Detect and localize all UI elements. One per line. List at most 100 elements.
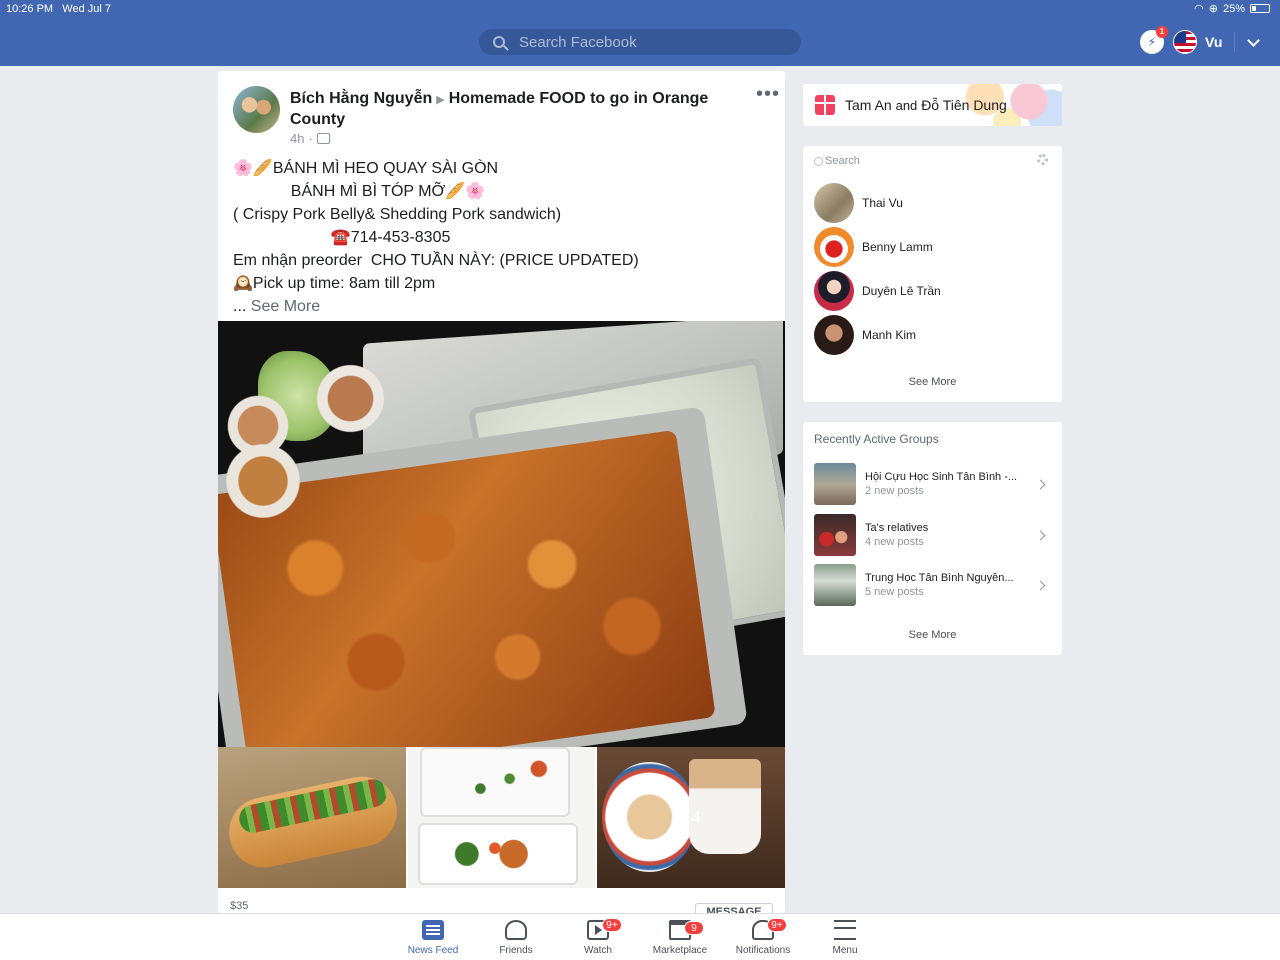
tab-news-feed[interactable]: News Feed <box>393 920 473 956</box>
gear-icon[interactable] <box>1037 154 1048 165</box>
author-avatar[interactable] <box>233 86 280 133</box>
contact-item[interactable]: Duyên Lê Trần <box>814 271 941 311</box>
post-line: Em nhận preorder CHO TUẦN NÀY: (PRICE UP… <box>233 252 639 269</box>
group-name: Hội Cựu Học Sinh Tân Bình -... <box>865 471 1018 483</box>
search-input[interactable]: Search Facebook <box>479 29 801 55</box>
tab-menu[interactable]: Menu <box>805 920 885 956</box>
notifications-badge: 9+ <box>767 918 787 932</box>
see-more-line: ... See More <box>233 295 773 318</box>
photo-thumbnails: +4 <box>218 747 785 888</box>
orientation-lock-icon: ⊕ <box>1208 3 1218 15</box>
post-body: 🌸🥖BÁNH MÌ HEO QUAY SÀI GÒN BÁNH MÌ BÌ TÓ… <box>233 157 773 318</box>
birthday-text: Tam An and Đỗ Tiên Dung <box>845 97 1007 113</box>
group-item[interactable]: Trung Học Tân Bình Nguyễn... 5 new posts <box>814 564 1050 606</box>
contact-name: Duyên Lê Trần <box>862 284 941 298</box>
tab-marketplace[interactable]: 9 Marketplace <box>640 920 720 956</box>
feed-post: Bích Hằng Nguyễn ▶ Homemade FOOD to go in … <box>218 71 785 913</box>
gift-icon <box>815 95 835 115</box>
arrow-right-icon: ▶ <box>436 94 445 106</box>
extra-photos-count: +4 <box>681 807 701 827</box>
status-indicators: ◠ ⊕ 25% <box>1194 2 1270 15</box>
messenger-badge: 1 <box>1156 26 1168 38</box>
birthday-name[interactable]: Đỗ Tiên Dung <box>921 97 1007 113</box>
group-new-posts: 2 new posts <box>865 485 924 497</box>
battery-icon <box>1250 4 1270 13</box>
contacts-search-placeholder: Search <box>825 155 860 167</box>
header-actions: ⚡ 1 Vu <box>1140 26 1261 54</box>
bottom-tab-bar: News Feed Friends 9+ Watch 9 Marketplace… <box>0 913 1280 960</box>
avatar <box>814 183 854 223</box>
profile-name[interactable]: Vu <box>1205 34 1222 50</box>
tab-friends[interactable]: Friends <box>476 920 556 956</box>
author-name[interactable]: Bích Hằng Nguyễn <box>290 90 432 107</box>
contact-item[interactable]: Manh Kim <box>814 315 916 355</box>
contact-name: Manh Kim <box>862 328 917 342</box>
post-line: 🌸🥖BÁNH MÌ HEO QUAY SÀI GÒN <box>233 160 499 177</box>
watch-badge: 9+ <box>602 918 622 932</box>
group-thumbnail <box>814 514 856 556</box>
marketplace-badge: 9 <box>684 921 704 935</box>
contacts-search-input[interactable]: Search <box>814 155 860 167</box>
chevron-right-icon <box>1035 530 1046 540</box>
group-thumbnail <box>814 564 856 606</box>
messenger-icon: ⚡ <box>1147 35 1157 49</box>
group-new-posts: 4 new posts <box>865 536 924 548</box>
post-line: 🕰️Pick up time: 8am till 2pm <box>233 275 436 292</box>
search-placeholder: Search Facebook <box>519 33 637 51</box>
group-privacy-icon <box>316 133 330 144</box>
contacts-panel: Search Thai Vu Benny Lamm Duyên Lê Trần … <box>803 146 1062 402</box>
watch-icon: 9+ <box>587 918 622 940</box>
post-line: BÁNH MÌ BÌ TÓP MỠ🥖🌸 <box>233 183 486 200</box>
birthday-name[interactable]: Tam An <box>845 97 892 113</box>
post-line: ( Crispy Pork Belly& Shedding Pork sandw… <box>233 206 562 223</box>
status-date: Wed Jul 7 <box>62 3 111 15</box>
contact-name: Benny Lamm <box>862 240 933 254</box>
photo-thumbnail[interactable] <box>218 747 406 888</box>
tab-label: Menu <box>832 945 858 956</box>
group-thumbnail <box>814 463 856 505</box>
post-line: ☎️714-453-8305 <box>233 229 451 246</box>
group-name: Trung Học Tân Bình Nguyễn... <box>865 572 1014 584</box>
more-options-icon[interactable]: ••• <box>756 84 780 104</box>
bell-icon: 9+ <box>752 918 787 940</box>
search-icon <box>814 156 823 166</box>
friends-icon <box>505 920 527 940</box>
avatar <box>814 271 854 311</box>
search-icon <box>493 36 505 48</box>
battery-percent: 25% <box>1222 2 1245 15</box>
contact-item[interactable]: Thai Vu <box>814 183 903 223</box>
chevron-right-icon <box>1035 479 1046 489</box>
tab-label: Notifications <box>735 945 791 956</box>
photo-thumbnail[interactable] <box>407 747 596 888</box>
birthday-card[interactable]: Tam An and Đỗ Tiên Dung <box>803 84 1062 126</box>
group-name: Ta's relatives <box>865 522 929 534</box>
tab-notifications[interactable]: 9+ Notifications <box>723 918 803 956</box>
contact-name: Thai Vu <box>862 196 903 210</box>
divider <box>1234 32 1236 52</box>
post-time[interactable]: 4h <box>290 131 304 146</box>
messenger-button[interactable]: ⚡ 1 <box>1140 26 1168 54</box>
tab-label: Friends <box>499 945 533 956</box>
meta-separator: · <box>308 131 313 146</box>
see-more-link[interactable]: See More <box>251 298 320 315</box>
group-item[interactable]: Hội Cựu Học Sinh Tân Bình -... 2 new pos… <box>814 463 1050 505</box>
birthday-conjunction: and <box>895 98 918 113</box>
tab-label: Marketplace <box>652 945 708 956</box>
contacts-see-more[interactable]: See More <box>803 376 1062 388</box>
wifi-icon: ◠ <box>1194 3 1204 15</box>
chevron-right-icon <box>1035 580 1046 590</box>
group-item[interactable]: Ta's relatives 4 new posts <box>814 514 1050 556</box>
account-menu-chevron-icon[interactable] <box>1247 33 1261 47</box>
groups-see-more[interactable]: See More <box>803 629 1062 641</box>
tab-watch[interactable]: 9+ Watch <box>558 918 638 956</box>
post-header: Bích Hằng Nguyễn ▶ Homemade FOOD to go in … <box>290 89 730 129</box>
tab-label: News Feed <box>407 945 459 956</box>
message-button[interactable]: MESSAGE <box>695 903 773 913</box>
contact-item[interactable]: Benny Lamm <box>814 227 933 267</box>
photo-thumbnail-more[interactable]: +4 <box>597 747 785 888</box>
profile-avatar[interactable] <box>1173 30 1197 54</box>
groups-title: Recently Active Groups <box>814 432 939 446</box>
status-time: 10:26 PM Wed Jul 7 <box>6 3 111 15</box>
listing-price: $35 <box>230 900 249 912</box>
main-photo[interactable] <box>218 321 785 747</box>
